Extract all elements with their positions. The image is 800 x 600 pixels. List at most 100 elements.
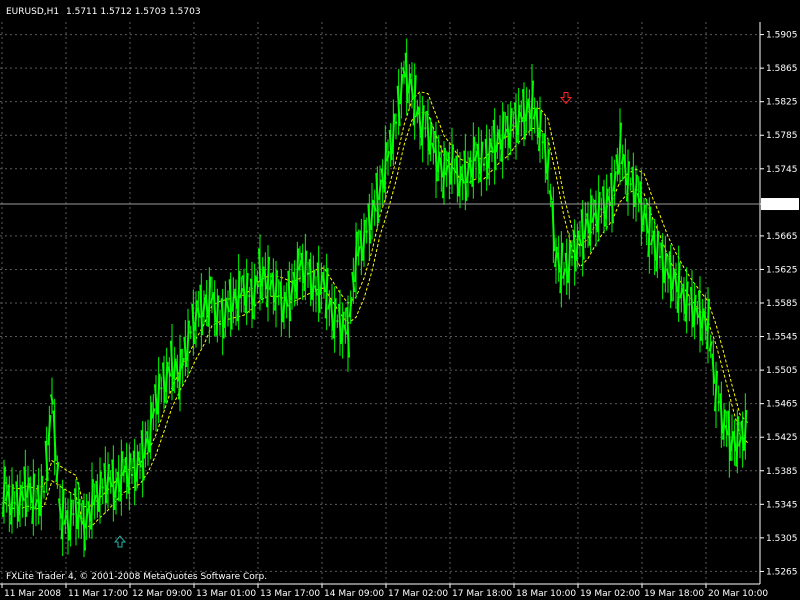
candle-body: [143, 438, 148, 459]
candle-body: [610, 172, 614, 224]
candle-body: [378, 179, 382, 200]
x-tick-label: 11 Mar 17:00: [68, 589, 128, 599]
candle-body: [412, 75, 417, 126]
candle-body: [10, 484, 14, 525]
candle-body: [250, 278, 254, 319]
candle-body: [74, 488, 78, 529]
candle-body: [551, 200, 556, 252]
candle-body: [367, 203, 372, 244]
candle-body: [194, 300, 198, 331]
candle-body: [279, 281, 284, 322]
x-tick-label: 19 Mar 02:00: [580, 589, 640, 599]
candle-body: [178, 349, 182, 400]
candle-body: [530, 80, 534, 132]
candle-body: [7, 484, 12, 516]
candle-body: [732, 431, 737, 452]
ohlc-values: 1.5711 1.5712 1.5703 1.5703: [66, 7, 201, 17]
candle-body: [215, 295, 220, 336]
candle-body: [428, 124, 433, 155]
candle-body: [444, 164, 449, 176]
candle-body: [404, 52, 409, 104]
candle-body: [559, 242, 564, 294]
x-tick-label: 19 Mar 18:00: [644, 589, 704, 599]
candle-body: [492, 119, 497, 171]
candle-body: [554, 246, 558, 268]
candle-body: [191, 303, 196, 345]
candle-body: [351, 271, 356, 293]
candle-body: [316, 262, 321, 313]
candle-body: [532, 109, 537, 120]
candle-body: [380, 168, 385, 189]
candle-body: [578, 234, 582, 246]
candle-body: [50, 394, 54, 405]
candle-body: [724, 424, 729, 436]
candle-body: [535, 107, 540, 138]
candle-body: [682, 283, 686, 314]
candle-body: [362, 219, 366, 261]
x-tick-label: 13 Mar 17:00: [260, 589, 320, 599]
y-tick-label: 1.5865: [766, 64, 798, 74]
candle-body: [90, 479, 94, 530]
candle-body: [4, 490, 9, 502]
y-tick-label: 1.5305: [766, 534, 798, 544]
candle-body: [210, 293, 214, 305]
candle-body: [356, 246, 361, 257]
candle-body: [47, 415, 52, 446]
candle-body: [324, 268, 329, 319]
candle-body: [383, 142, 388, 193]
y-tick-label: 1.5545: [766, 333, 798, 343]
candle-body: [618, 122, 622, 174]
price-axis: 1.5905 1.5865 1.5825 1.5785 1.5745 1.5665 1.56…: [760, 31, 798, 577]
x-tick-label: 14 Mar 09:00: [324, 589, 384, 599]
chart-window[interactable]: 1.5703 1.5905 1.5865 1.5825 1.5785 1.5745 1.5…: [0, 0, 800, 600]
candle-body: [612, 171, 617, 192]
candle-body: [26, 477, 30, 498]
y-tick-label: 1.5625: [766, 265, 798, 275]
candle-body: [722, 409, 726, 440]
candle-body: [111, 459, 116, 510]
y-tick-label: 1.5785: [766, 131, 798, 141]
candle-body: [140, 430, 145, 481]
candle-body: [698, 290, 702, 341]
candle-body: [740, 420, 745, 451]
candle-body: [39, 475, 44, 517]
candle-body: [418, 107, 422, 138]
candle-body: [487, 138, 492, 169]
candle-body: [348, 297, 353, 318]
y-tick-label: 1.5585: [766, 299, 798, 309]
candle-body: [706, 298, 710, 350]
candle-body: [55, 461, 60, 483]
candle-body: [103, 463, 108, 504]
candle-body: [522, 89, 526, 140]
candle-body: [436, 151, 441, 172]
candle-body: [252, 275, 257, 306]
candle-body: [399, 73, 404, 105]
candle-body: [447, 152, 452, 183]
candle-body: [524, 101, 529, 122]
candle-body: [460, 173, 465, 184]
candle-body: [268, 279, 273, 291]
y-tick-label: 1.5425: [766, 433, 798, 443]
candle-body: [372, 201, 377, 212]
candle-body: [162, 362, 166, 403]
candle-body: [167, 366, 172, 377]
price-tag-label: 1.5703: [764, 200, 796, 210]
candle-body: [15, 481, 20, 522]
candle-body: [290, 280, 294, 301]
candle-body: [676, 262, 681, 313]
candle-body: [642, 204, 646, 226]
candle-body: [402, 67, 406, 78]
candle-body: [588, 195, 593, 246]
y-tick-label: 1.5265: [766, 567, 798, 577]
y-tick-label: 1.5825: [766, 98, 798, 108]
candle-body: [84, 508, 89, 529]
candle-body: [330, 300, 334, 331]
candle-body: [23, 466, 28, 517]
price-chart[interactable]: 1.5703 1.59051.58651.58251.57851.57451.5…: [0, 0, 800, 600]
candle-body: [647, 206, 652, 257]
candle-body: [18, 484, 22, 516]
candle-body: [92, 494, 97, 506]
candle-body: [644, 213, 649, 234]
candle-body: [711, 353, 716, 384]
y-tick-label: 1.5505: [766, 366, 798, 376]
